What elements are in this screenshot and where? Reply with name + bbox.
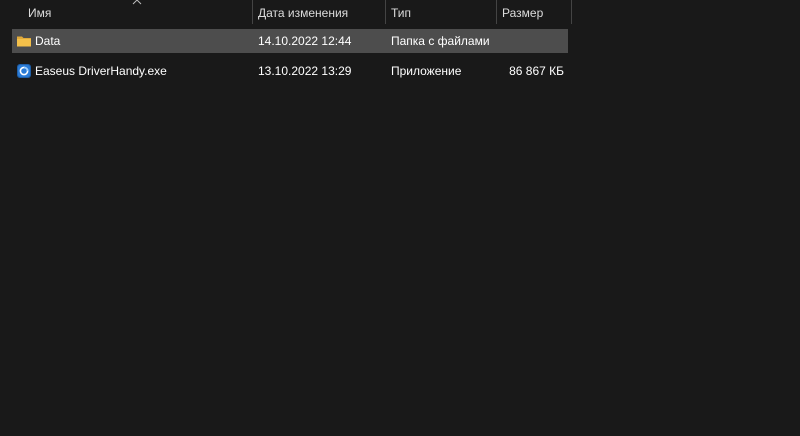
file-date: 14.10.2022 12:44 [258, 34, 352, 48]
file-size: 86 867 КБ [509, 64, 564, 78]
file-row-easeus-exe[interactable]: Easeus DriverHandy.exe 13.10.2022 13:29 … [12, 59, 568, 83]
file-type: Приложение [391, 64, 462, 78]
app-icon [17, 64, 31, 78]
column-header-type[interactable]: Тип [385, 0, 496, 26]
file-row-data-folder[interactable]: Data 14.10.2022 12:44 Папка с файлами [12, 29, 568, 53]
file-size [468, 29, 564, 53]
file-date: 13.10.2022 13:29 [258, 64, 352, 78]
file-list-pane: Имя Дата изменения Тип Размер Data 14.10… [0, 0, 800, 436]
column-header-bar: Имя Дата изменения Тип Размер [0, 0, 800, 26]
column-header-name[interactable]: Имя [22, 0, 252, 26]
file-name: Data [35, 34, 61, 48]
column-header-date[interactable]: Дата изменения [252, 0, 385, 26]
folder-icon [17, 36, 31, 47]
column-divider[interactable] [571, 0, 572, 24]
column-header-size[interactable]: Размер [496, 0, 571, 26]
file-name: Easeus DriverHandy.exe [35, 64, 167, 78]
